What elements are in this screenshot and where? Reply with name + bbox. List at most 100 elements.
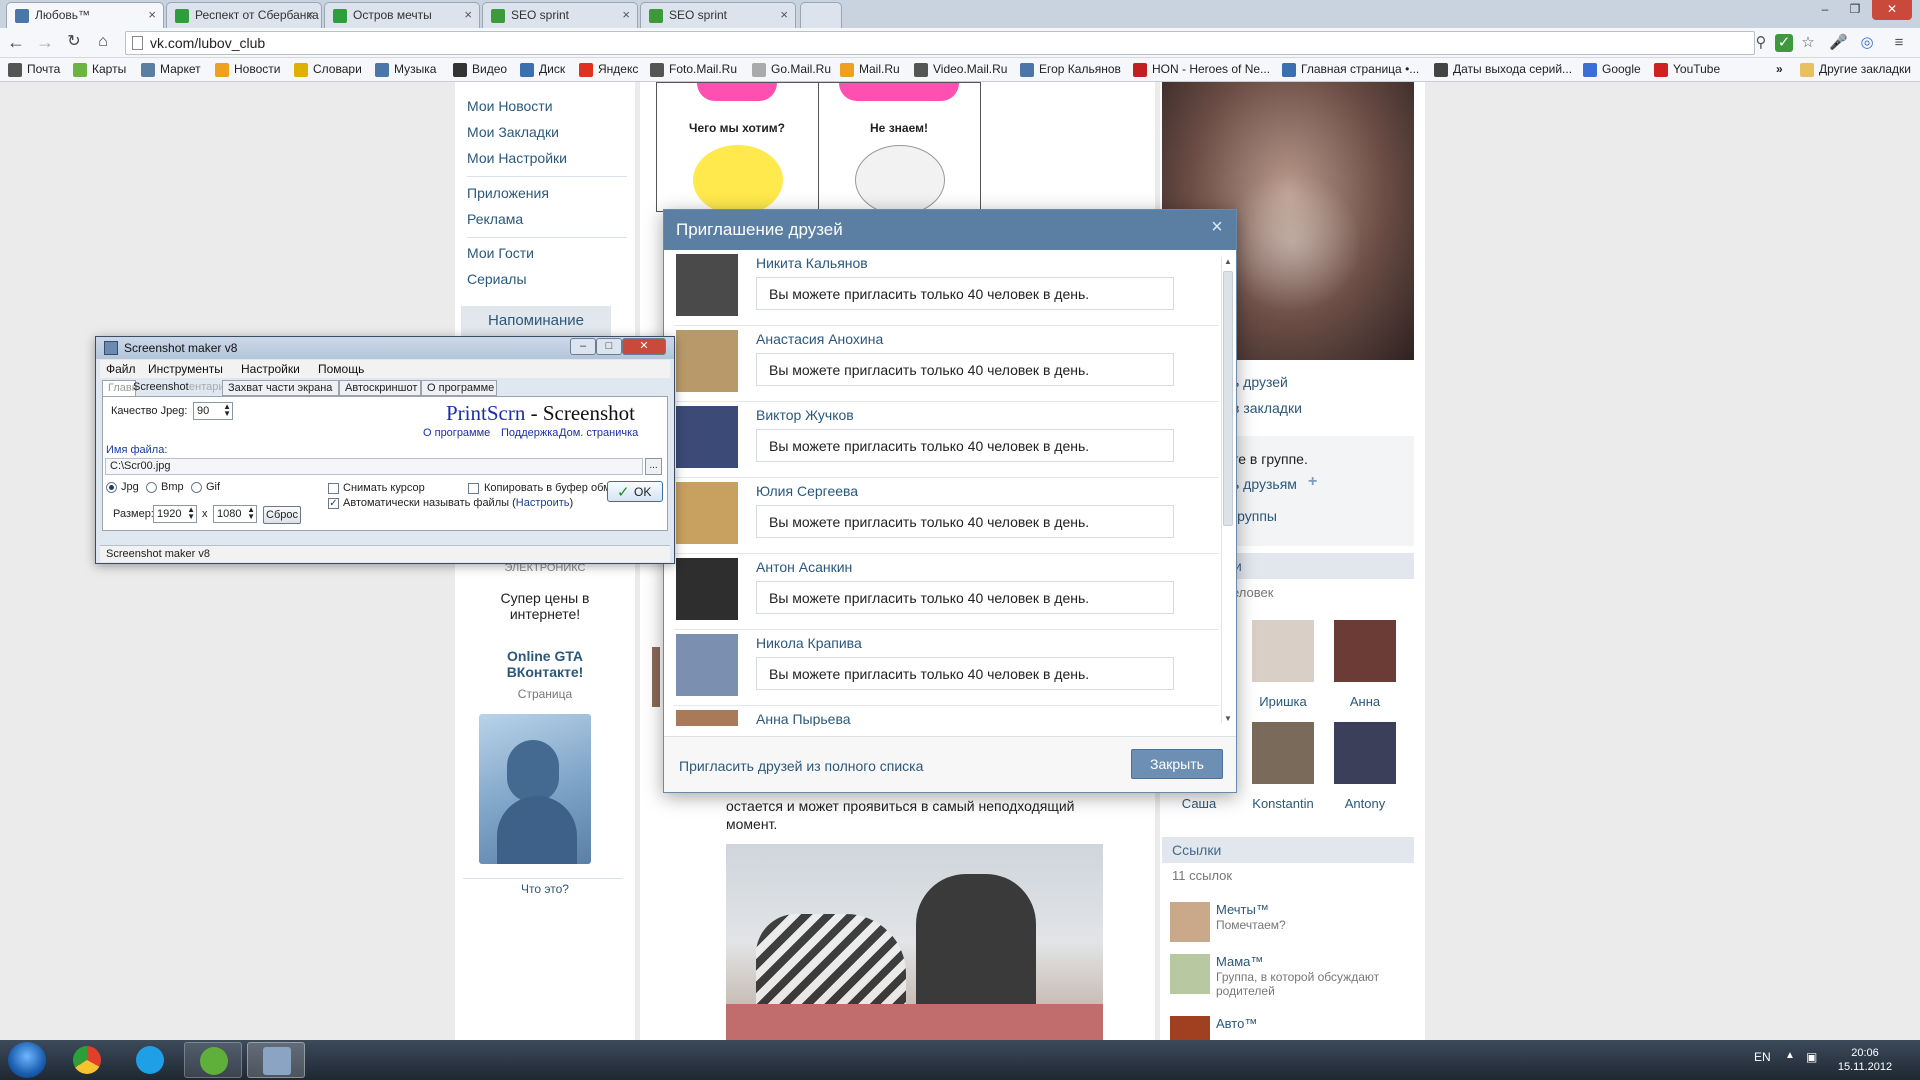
bookmark-item[interactable]: Яндекс bbox=[579, 62, 638, 77]
bookmark-item[interactable]: Новости bbox=[215, 62, 280, 77]
menu-apps[interactable]: Приложения bbox=[467, 185, 549, 201]
bookmark-item[interactable]: Главная страница •... bbox=[1282, 62, 1419, 77]
bookmark-item[interactable]: Музыка bbox=[375, 62, 436, 77]
format-gif-radio[interactable] bbox=[191, 482, 202, 493]
browser-tab-4[interactable]: SEO sprint × bbox=[482, 2, 638, 28]
close-window-icon[interactable]: ✕ bbox=[1872, 0, 1912, 20]
system-clock[interactable]: 20:06 15.11.2012 bbox=[1830, 1046, 1900, 1074]
browser-tab-1[interactable]: Любовь™ × bbox=[6, 2, 164, 28]
close-button[interactable]: Закрыть bbox=[1131, 749, 1223, 779]
maximize-icon[interactable]: □ bbox=[596, 338, 622, 355]
ok-button[interactable]: ✓ OK bbox=[607, 481, 663, 502]
bookmark-item[interactable]: Карты bbox=[73, 62, 126, 77]
bookmarks-overflow-button[interactable]: » bbox=[1776, 62, 1783, 76]
ad-title[interactable]: Online GTA ВКонтакте! bbox=[475, 648, 615, 680]
reload-icon[interactable]: ↻ bbox=[63, 32, 85, 54]
minimize-icon[interactable]: – bbox=[1812, 0, 1838, 20]
homepage-link[interactable]: Дом. страничка bbox=[559, 427, 638, 439]
invite-from-full-list-link[interactable]: Пригласить друзей из полного списка bbox=[679, 758, 923, 774]
window-titlebar[interactable]: Screenshot maker v8 – □ ✕ bbox=[96, 337, 674, 359]
bookmark-item[interactable]: Video.Mail.Ru bbox=[914, 62, 1007, 77]
tab-close-icon[interactable]: × bbox=[306, 7, 314, 22]
ad-image[interactable] bbox=[479, 714, 591, 864]
bookmark-star-icon[interactable]: ☆ bbox=[1799, 34, 1817, 52]
friend-avatar[interactable] bbox=[676, 406, 738, 468]
spinner-arrows-icon[interactable]: ▲ ▼ bbox=[223, 403, 231, 418]
capture-cursor-checkbox[interactable] bbox=[328, 483, 339, 494]
reset-size-button[interactable]: Сброс bbox=[263, 506, 301, 524]
friend-name[interactable]: Юлия Сергеева bbox=[756, 483, 858, 499]
show-hidden-icons-icon[interactable]: ▲ bbox=[1785, 1050, 1795, 1061]
friend-name[interactable]: Никола Крапива bbox=[756, 635, 862, 651]
friend-avatar[interactable] bbox=[676, 254, 738, 316]
menu-help[interactable]: Помощь bbox=[318, 362, 364, 376]
bookmark-item[interactable]: Mail.Ru bbox=[840, 62, 900, 77]
browse-button[interactable]: ... bbox=[645, 458, 662, 475]
sync-icon[interactable]: ◎ bbox=[1858, 34, 1876, 52]
bookmark-item[interactable]: Словари bbox=[294, 62, 362, 77]
support-link[interactable]: Поддержка bbox=[501, 427, 558, 439]
friend-name[interactable]: Анастасия Анохина bbox=[756, 331, 883, 347]
browser-tab-2[interactable]: Респект от Сбербанка × bbox=[166, 2, 322, 28]
copy-clipboard-checkbox[interactable] bbox=[468, 483, 479, 494]
menu-my-news[interactable]: Мои Новости bbox=[467, 98, 553, 114]
menu-ads[interactable]: Реклама bbox=[467, 211, 523, 227]
menu-series[interactable]: Сериалы bbox=[467, 271, 527, 287]
menu-my-guests[interactable]: Мои Гости bbox=[467, 245, 534, 261]
scroll-up-icon[interactable]: ▲ bbox=[1224, 257, 1232, 266]
menu-icon[interactable]: ≡ bbox=[1890, 34, 1908, 52]
menu-settings[interactable]: Настройки bbox=[241, 362, 300, 376]
bookmark-item[interactable]: Почта bbox=[8, 62, 60, 77]
tab-close-icon[interactable]: × bbox=[780, 7, 788, 22]
friend-name[interactable]: Виктор Жучков bbox=[756, 407, 854, 423]
friend-name[interactable]: Никита Кальянов bbox=[756, 255, 868, 271]
language-indicator[interactable]: EN bbox=[1754, 1050, 1771, 1064]
groups-link[interactable]: группы bbox=[1232, 508, 1277, 524]
format-bmp-radio[interactable] bbox=[146, 482, 157, 493]
tab-about[interactable]: О программе bbox=[421, 380, 497, 396]
tell-friends-link[interactable]: ь друзьям bbox=[1232, 476, 1297, 492]
add-to-bookmarks-link[interactable]: в закладки bbox=[1232, 400, 1302, 416]
menu-my-bookmarks[interactable]: Мои Закладки bbox=[467, 124, 559, 140]
friend-avatar[interactable] bbox=[676, 710, 738, 726]
about-link[interactable]: О программе bbox=[423, 427, 490, 439]
close-icon[interactable]: × bbox=[1208, 217, 1226, 237]
tab-comments[interactable]: ентарии bbox=[184, 380, 231, 396]
bookmark-item[interactable]: Егор Кальянов bbox=[1020, 62, 1121, 77]
member-card[interactable]: Иришка bbox=[1248, 620, 1318, 709]
bookmark-item[interactable]: Видео bbox=[453, 62, 507, 77]
jpeg-quality-spinner[interactable]: 90 ▲ ▼ bbox=[193, 402, 233, 420]
network-icon[interactable]: ▣ bbox=[1806, 1050, 1817, 1064]
tab-close-icon[interactable]: × bbox=[622, 7, 630, 22]
forward-icon[interactable]: → bbox=[34, 32, 56, 54]
plus-icon[interactable]: + bbox=[1308, 473, 1317, 491]
menu-file[interactable]: Файл bbox=[106, 362, 136, 376]
bookmark-item[interactable]: Go.Mail.Ru bbox=[752, 62, 831, 77]
friends-scrollbar[interactable]: ▲ ▼ bbox=[1221, 257, 1233, 723]
comic-image[interactable]: Чего мы хотим? Не знаем! bbox=[656, 82, 981, 213]
taskbar-screenshot-maker[interactable] bbox=[247, 1042, 305, 1078]
minimize-icon[interactable]: – bbox=[570, 338, 596, 355]
scrollbar-thumb[interactable] bbox=[1223, 271, 1233, 526]
spinner-arrows-icon[interactable]: ▲ ▼ bbox=[247, 506, 255, 521]
menu-tools[interactable]: Инструменты bbox=[148, 362, 223, 376]
auto-name-checkbox[interactable]: ✓ bbox=[328, 498, 339, 509]
link-name[interactable]: Мечты™ bbox=[1216, 902, 1269, 917]
friend-avatar[interactable] bbox=[676, 482, 738, 544]
configure-link[interactable]: Настроить bbox=[516, 497, 570, 509]
extension-icon[interactable]: ✓ bbox=[1775, 34, 1793, 52]
height-spinner[interactable]: 1080 ▲ ▼ bbox=[213, 505, 257, 523]
tab-autoscreenshot[interactable]: Автоскриншот bbox=[339, 380, 421, 396]
taskbar-skype[interactable] bbox=[121, 1042, 179, 1078]
friend-name[interactable]: Анна Пырьева bbox=[756, 711, 851, 726]
width-spinner[interactable]: 1920 ▲ ▼ bbox=[153, 505, 197, 523]
taskbar-utorrent[interactable] bbox=[184, 1042, 242, 1078]
tab-close-icon[interactable]: × bbox=[148, 7, 156, 22]
bookmark-item[interactable]: YouTube bbox=[1654, 62, 1720, 77]
member-card[interactable]: Анна bbox=[1330, 620, 1400, 709]
friend-name[interactable]: Антон Асанкин bbox=[756, 559, 852, 575]
new-tab-button[interactable] bbox=[800, 2, 842, 28]
microphone-icon[interactable]: 🎤 bbox=[1829, 34, 1848, 52]
taskbar-chrome[interactable] bbox=[58, 1042, 116, 1078]
tab-close-icon[interactable]: × bbox=[464, 7, 472, 22]
